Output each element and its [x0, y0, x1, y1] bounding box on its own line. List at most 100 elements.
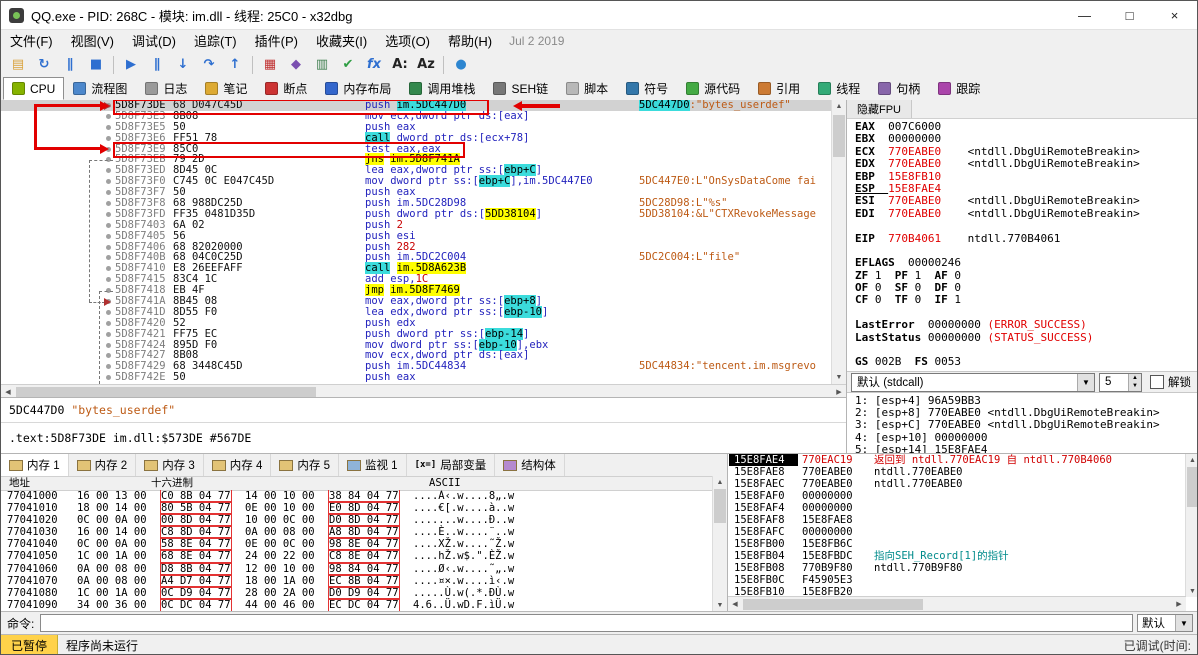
- scroll-thumb[interactable]: [743, 599, 923, 610]
- breakpoint-dot[interactable]: [106, 375, 111, 381]
- tab-memory-3[interactable]: 内存 3: [136, 454, 204, 476]
- tab-graph[interactable]: 流程图: [64, 77, 136, 100]
- analyze-az-button[interactable]: Az: [414, 54, 438, 76]
- minimize-button[interactable]: —: [1062, 1, 1107, 29]
- stack-row[interactable]: 15E8FAFC 00000000: [729, 526, 1186, 538]
- step-over-button[interactable]: ↷: [197, 54, 221, 76]
- run-button[interactable]: ▶: [119, 54, 143, 76]
- stop-button[interactable]: ■: [84, 54, 108, 76]
- unlock-checkbox[interactable]: [1150, 375, 1164, 389]
- stack-row[interactable]: 15E8FB00 15E8FB6C: [729, 538, 1186, 550]
- breakpoint-dot[interactable]: [106, 124, 111, 130]
- register-line[interactable]: GS 002B FS 0053: [847, 356, 1197, 368]
- breakpoint-dot[interactable]: [106, 168, 111, 174]
- memory-map-tool-button[interactable]: ▥: [310, 54, 334, 76]
- dump-row[interactable]: 77041000 16 00 13 00 C0 8B 04 77 14 00 10 0…: [1, 490, 713, 504]
- dump-row[interactable]: 77041070 0A 00 08 00 A4 D7 04 77 18 00 1A 0…: [1, 573, 713, 588]
- step-out-button[interactable]: ↑: [223, 54, 247, 76]
- breakpoint-dot[interactable]: [106, 244, 111, 250]
- scroll-down-button[interactable]: ▼: [832, 371, 846, 384]
- scroll-thumb[interactable]: [833, 115, 845, 157]
- tab-trace[interactable]: 跟踪: [929, 77, 989, 100]
- scroll-right-button[interactable]: ▶: [1172, 597, 1186, 611]
- dump-row[interactable]: 77041040 0C 00 0A 00 58 8E 04 77 0E 00 0C 0…: [1, 537, 713, 552]
- breakpoint-dot[interactable]: [106, 103, 111, 108]
- stack-row[interactable]: 15E8FAE4 770EAC19 返回到 ntdll.770EAC19 自 ntd…: [729, 454, 1186, 466]
- tab-references[interactable]: 引用: [749, 77, 809, 100]
- menu-item[interactable]: 视图(V): [62, 29, 123, 52]
- dump-row[interactable]: 77041030 16 00 14 00 C8 8D 04 77 0A 00 08 0…: [1, 525, 713, 540]
- breakpoint-dot[interactable]: [106, 211, 111, 217]
- tab-log[interactable]: 日志: [136, 77, 196, 100]
- menu-item[interactable]: 插件(P): [246, 29, 307, 52]
- tab-watch-1[interactable]: 监视 1: [339, 454, 407, 476]
- compare-button[interactable]: ◆: [284, 54, 308, 76]
- argument-count-stepper[interactable]: 5 ▲ ▼: [1099, 372, 1142, 392]
- tab-seh-chain[interactable]: SEH链: [484, 77, 557, 100]
- dump-row[interactable]: 77041050 1C 00 1A 00 68 8E 04 77 24 00 22 0…: [1, 549, 713, 564]
- breakpoint-dot[interactable]: [106, 135, 111, 141]
- command-script-select[interactable]: 默认 ▼: [1137, 614, 1193, 632]
- breakpoint-dot[interactable]: [106, 222, 111, 228]
- tab-memory-4[interactable]: 内存 4: [204, 454, 272, 476]
- breakpoint-dot[interactable]: [106, 331, 111, 337]
- menu-item[interactable]: 追踪(T): [185, 29, 246, 52]
- scroll-up-button[interactable]: ▲: [832, 100, 846, 113]
- maximize-button[interactable]: □: [1107, 1, 1152, 29]
- breakpoint-dot[interactable]: [106, 353, 111, 359]
- stack-row[interactable]: 15E8FAEC 770EABE0 ntdll.770EABE0: [729, 478, 1186, 490]
- chevron-down-icon[interactable]: ▼: [1175, 615, 1192, 631]
- stack-row[interactable]: 15E8FAE8 770EABE0 ntdll.770EABE0: [729, 466, 1186, 478]
- register-line[interactable]: CF 0 TF 0 IF 1: [847, 294, 1197, 306]
- tab-symbols[interactable]: 符号: [617, 77, 677, 100]
- menu-item[interactable]: 选项(O): [376, 29, 439, 52]
- scroll-thumb[interactable]: [1187, 467, 1197, 507]
- disasm-row[interactable]: 5D8F742E 50 push eax: [1, 372, 832, 383]
- scroll-thumb[interactable]: [16, 387, 316, 397]
- dump-row[interactable]: 77041090 34 00 36 00 0C DC 04 77 44 00 46 0…: [1, 597, 713, 611]
- tab-local-vars[interactable]: [x=] 局部变量: [407, 454, 496, 476]
- dump-row[interactable]: 77041020 0C 00 0A 00 00 8D 04 77 10 00 0C 0…: [1, 513, 713, 528]
- stepper-up-icon[interactable]: ▲: [1129, 374, 1141, 383]
- disasm-row[interactable]: 5D8F7405 56 push esi: [1, 230, 832, 242]
- dump-row[interactable]: 77041010 18 00 14 00 80 5B 04 77 0E 00 10 0…: [1, 501, 713, 516]
- menu-item[interactable]: 收藏夹(I): [307, 29, 376, 52]
- tab-handles[interactable]: 句柄: [869, 77, 929, 100]
- breakpoint-dot[interactable]: [106, 364, 111, 370]
- argument-line[interactable]: 4: [esp+10] 00000000: [847, 431, 1197, 444]
- scroll-up-button[interactable]: ▲: [1186, 454, 1197, 466]
- stack-row[interactable]: 15E8FB04 15E8FBDC 指向SEH_Record[1]的指针: [729, 550, 1186, 562]
- breakpoint-dot[interactable]: [106, 288, 111, 294]
- breakpoint-dot[interactable]: [106, 299, 111, 305]
- step-into-button[interactable]: ↓: [171, 54, 195, 76]
- seh-check-button[interactable]: ✔: [336, 54, 360, 76]
- breakpoint-dot[interactable]: [106, 233, 111, 239]
- chevron-down-icon[interactable]: ▼: [1077, 373, 1094, 391]
- breakpoint-dot[interactable]: [106, 146, 111, 152]
- tab-script[interactable]: 脚本: [557, 77, 617, 100]
- register-line[interactable]: EDI 770EABE0 <ntdll.DbgUiRemoteBreakin>: [847, 207, 1197, 220]
- breakpoint-dot[interactable]: [106, 113, 111, 119]
- breakpoint-dot[interactable]: [106, 277, 111, 283]
- menu-item[interactable]: 文件(F): [1, 29, 62, 52]
- close-button[interactable]: ×: [1152, 1, 1197, 29]
- tab-notes[interactable]: 笔记: [196, 77, 256, 100]
- calling-convention-select[interactable]: 默认 (stdcall) ▼: [851, 372, 1095, 392]
- restart-button[interactable]: ↻: [32, 54, 56, 76]
- scroll-thumb[interactable]: [714, 489, 726, 523]
- breakpoint-dot[interactable]: [106, 320, 111, 326]
- tab-memory-5[interactable]: 内存 5: [271, 454, 339, 476]
- assemble-fx-button[interactable]: fx: [362, 54, 386, 76]
- stack-row[interactable]: 15E8FAF8 15E8FAE8: [729, 514, 1186, 526]
- tab-breakpoints[interactable]: 断点: [256, 77, 316, 100]
- tab-memory-map[interactable]: 内存布局: [316, 77, 400, 100]
- breakpoint-dot[interactable]: [106, 190, 111, 196]
- log-bubble-button[interactable]: ●: [449, 54, 473, 76]
- tab-cpu[interactable]: CPU: [3, 77, 65, 100]
- breakpoint-dot[interactable]: [106, 201, 111, 207]
- stack-row[interactable]: 15E8FB08 770B9F80 ntdll.770B9F80: [729, 562, 1186, 574]
- command-input[interactable]: [40, 614, 1133, 632]
- tab-source[interactable]: 源代码: [677, 77, 749, 100]
- menu-item[interactable]: 帮助(H): [439, 29, 501, 52]
- breakpoint-dot[interactable]: [106, 255, 111, 261]
